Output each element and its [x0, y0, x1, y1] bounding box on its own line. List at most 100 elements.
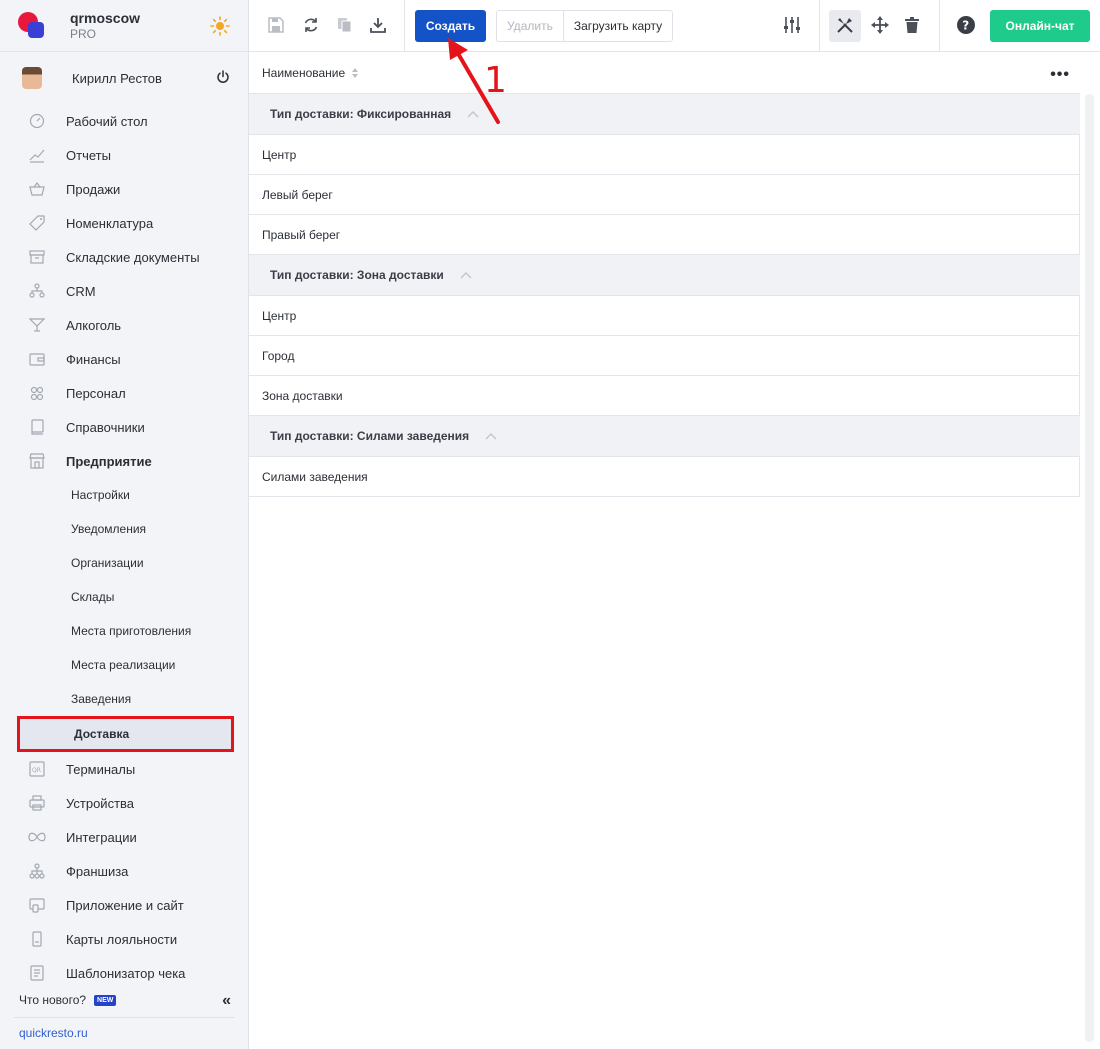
group-row[interactable]: Тип доставки: Зона доставки [249, 255, 1080, 296]
table-body: Тип доставки: Фиксированная Центр Левый … [249, 94, 1080, 497]
table-row[interactable]: Город [249, 336, 1080, 376]
table-row[interactable]: Зона доставки [249, 376, 1080, 416]
sidebar-item-franchise[interactable]: Франшиза [0, 854, 249, 888]
sidebar-item-label: Рабочий стол [66, 113, 148, 129]
brand-plan: PRO [70, 27, 97, 41]
sidebar-item-label: Предприятие [66, 453, 152, 469]
sidebar-item-label: Интеграции [66, 829, 137, 845]
sidebar-item-crm[interactable]: CRM [0, 274, 249, 308]
new-badge: NEW [94, 994, 117, 1006]
sidebar-subitem-notifications[interactable]: Уведомления [0, 512, 249, 546]
sidebar-item-warehouse-docs[interactable]: Складские документы [0, 240, 249, 274]
group-row[interactable]: Тип доставки: Силами заведения [249, 416, 1080, 457]
printer-icon [28, 794, 46, 812]
table-row[interactable]: Силами заведения [249, 457, 1080, 497]
archive-icon [28, 248, 46, 266]
sidebar-item-terminals[interactable]: QR Терминалы [0, 752, 249, 786]
sidebar-item-references[interactable]: Справочники [0, 410, 249, 444]
sidebar-item-label: Персонал [66, 385, 126, 401]
sidebar-subitem-cooking-places[interactable]: Места приготовления [0, 614, 249, 648]
annotation-number: 1 [484, 60, 507, 101]
svg-text:QR: QR [32, 767, 41, 774]
sidebar-item-label: Устройства [66, 795, 135, 811]
wallet-icon [28, 350, 46, 368]
brand-logo [18, 11, 46, 40]
sidebar-item-label: Складские документы [66, 249, 200, 265]
network-icon [28, 862, 46, 880]
card-icon [28, 930, 46, 948]
sidebar-item-devices[interactable]: Устройства [0, 786, 249, 820]
group-row[interactable]: Тип доставки: Фиксированная [249, 94, 1080, 135]
sidebar: qrmoscow PRO Кирилл Рестов Рабочий стол [0, 0, 249, 1049]
chart-icon [28, 146, 46, 164]
sidebar-item-loyalty-cards[interactable]: Карты лояльности [0, 922, 249, 956]
table-row[interactable]: Центр [249, 296, 1080, 336]
site-link[interactable]: quickresto.ru [0, 1026, 249, 1040]
column-header-name[interactable]: Наименование [262, 66, 345, 80]
sidebar-item-nomenclature[interactable]: Номенклатура [0, 206, 249, 240]
group-label: Тип доставки: Фиксированная [270, 107, 452, 121]
toolbar-separator [939, 0, 940, 52]
sidebar-item-staff[interactable]: Персонал [0, 376, 249, 410]
online-chat-button[interactable]: Онлайн-чат [990, 10, 1090, 42]
infinity-icon [28, 828, 46, 846]
sidebar-item-label: Терминалы [66, 761, 136, 777]
staff-icon [28, 384, 46, 402]
refresh-icon[interactable] [300, 14, 322, 36]
sidebar-item-dashboard[interactable]: Рабочий стол [0, 104, 249, 138]
toolbar-separator [404, 0, 405, 52]
sidebar-item-finance[interactable]: Финансы [0, 342, 249, 376]
more-options-icon[interactable]: ••• [1050, 66, 1070, 84]
copy-icon[interactable] [334, 14, 356, 36]
sidebar-subitem-venues[interactable]: Заведения [0, 682, 249, 716]
chevron-up-icon[interactable] [460, 271, 472, 279]
tools-icon[interactable] [834, 14, 856, 36]
help-icon[interactable]: ? [955, 14, 977, 36]
power-icon[interactable] [216, 70, 230, 84]
download-icon[interactable] [367, 14, 389, 36]
tag-icon [28, 214, 46, 232]
app-icon [28, 896, 46, 914]
table-row[interactable]: Левый берег [249, 175, 1080, 215]
sidebar-footer: Что нового? NEW « quickresto.ru [0, 985, 249, 1040]
book-icon [28, 418, 46, 436]
action-button-group: Удалить Загрузить карту [496, 10, 674, 42]
sidebar-subitem-warehouses[interactable]: Склады [0, 580, 249, 614]
sidebar-item-app-site[interactable]: Приложение и сайт [0, 888, 249, 922]
cocktail-icon [28, 316, 46, 334]
sidebar-item-enterprise[interactable]: Предприятие [0, 444, 249, 478]
sidebar-item-label: Приложение и сайт [66, 897, 184, 913]
table-row[interactable]: Правый берег [249, 215, 1080, 255]
table-row[interactable]: Центр [249, 135, 1080, 175]
sidebar-item-alcohol[interactable]: Алкоголь [0, 308, 249, 342]
theme-toggle-icon[interactable] [210, 16, 230, 36]
sidebar-item-sales[interactable]: Продажи [0, 172, 249, 206]
sidebar-subitem-organizations[interactable]: Организации [0, 546, 249, 580]
sidebar-subitem-sale-places[interactable]: Места реализации [0, 648, 249, 682]
column-settings-icon[interactable] [781, 14, 803, 36]
user-profile[interactable]: Кирилл Рестов [0, 52, 248, 104]
sidebar-item-label: Отчеты [66, 147, 111, 163]
store-icon [28, 452, 46, 470]
chevron-up-icon[interactable] [485, 432, 497, 440]
brand-name: qrmoscow [70, 10, 141, 26]
collapse-sidebar-icon[interactable]: « [222, 992, 231, 1010]
sort-icon[interactable] [351, 67, 359, 79]
whats-new[interactable]: Что нового? NEW « [0, 985, 249, 1015]
group-label: Тип доставки: Силами заведения [270, 429, 470, 443]
trash-icon[interactable] [901, 14, 923, 36]
sidebar-subitem-settings[interactable]: Настройки [0, 478, 249, 512]
sidebar-item-label: Франшиза [66, 863, 129, 879]
sidebar-item-integrations[interactable]: Интеграции [0, 820, 249, 854]
delete-button[interactable]: Удалить [497, 11, 564, 41]
scrollbar[interactable] [1085, 94, 1094, 1042]
upload-map-button[interactable]: Загрузить карту [564, 11, 672, 41]
save-icon[interactable] [265, 14, 287, 36]
sidebar-item-label: Справочники [66, 419, 145, 435]
sidebar-item-label: Продажи [66, 181, 121, 197]
sidebar-subitem-delivery[interactable]: Доставка [17, 716, 234, 752]
move-icon[interactable] [869, 14, 891, 36]
toolbar: Создать Удалить Загрузить карту ? Онлайн… [249, 0, 1100, 52]
brand-header[interactable]: qrmoscow PRO [0, 0, 248, 52]
sidebar-item-reports[interactable]: Отчеты [0, 138, 249, 172]
